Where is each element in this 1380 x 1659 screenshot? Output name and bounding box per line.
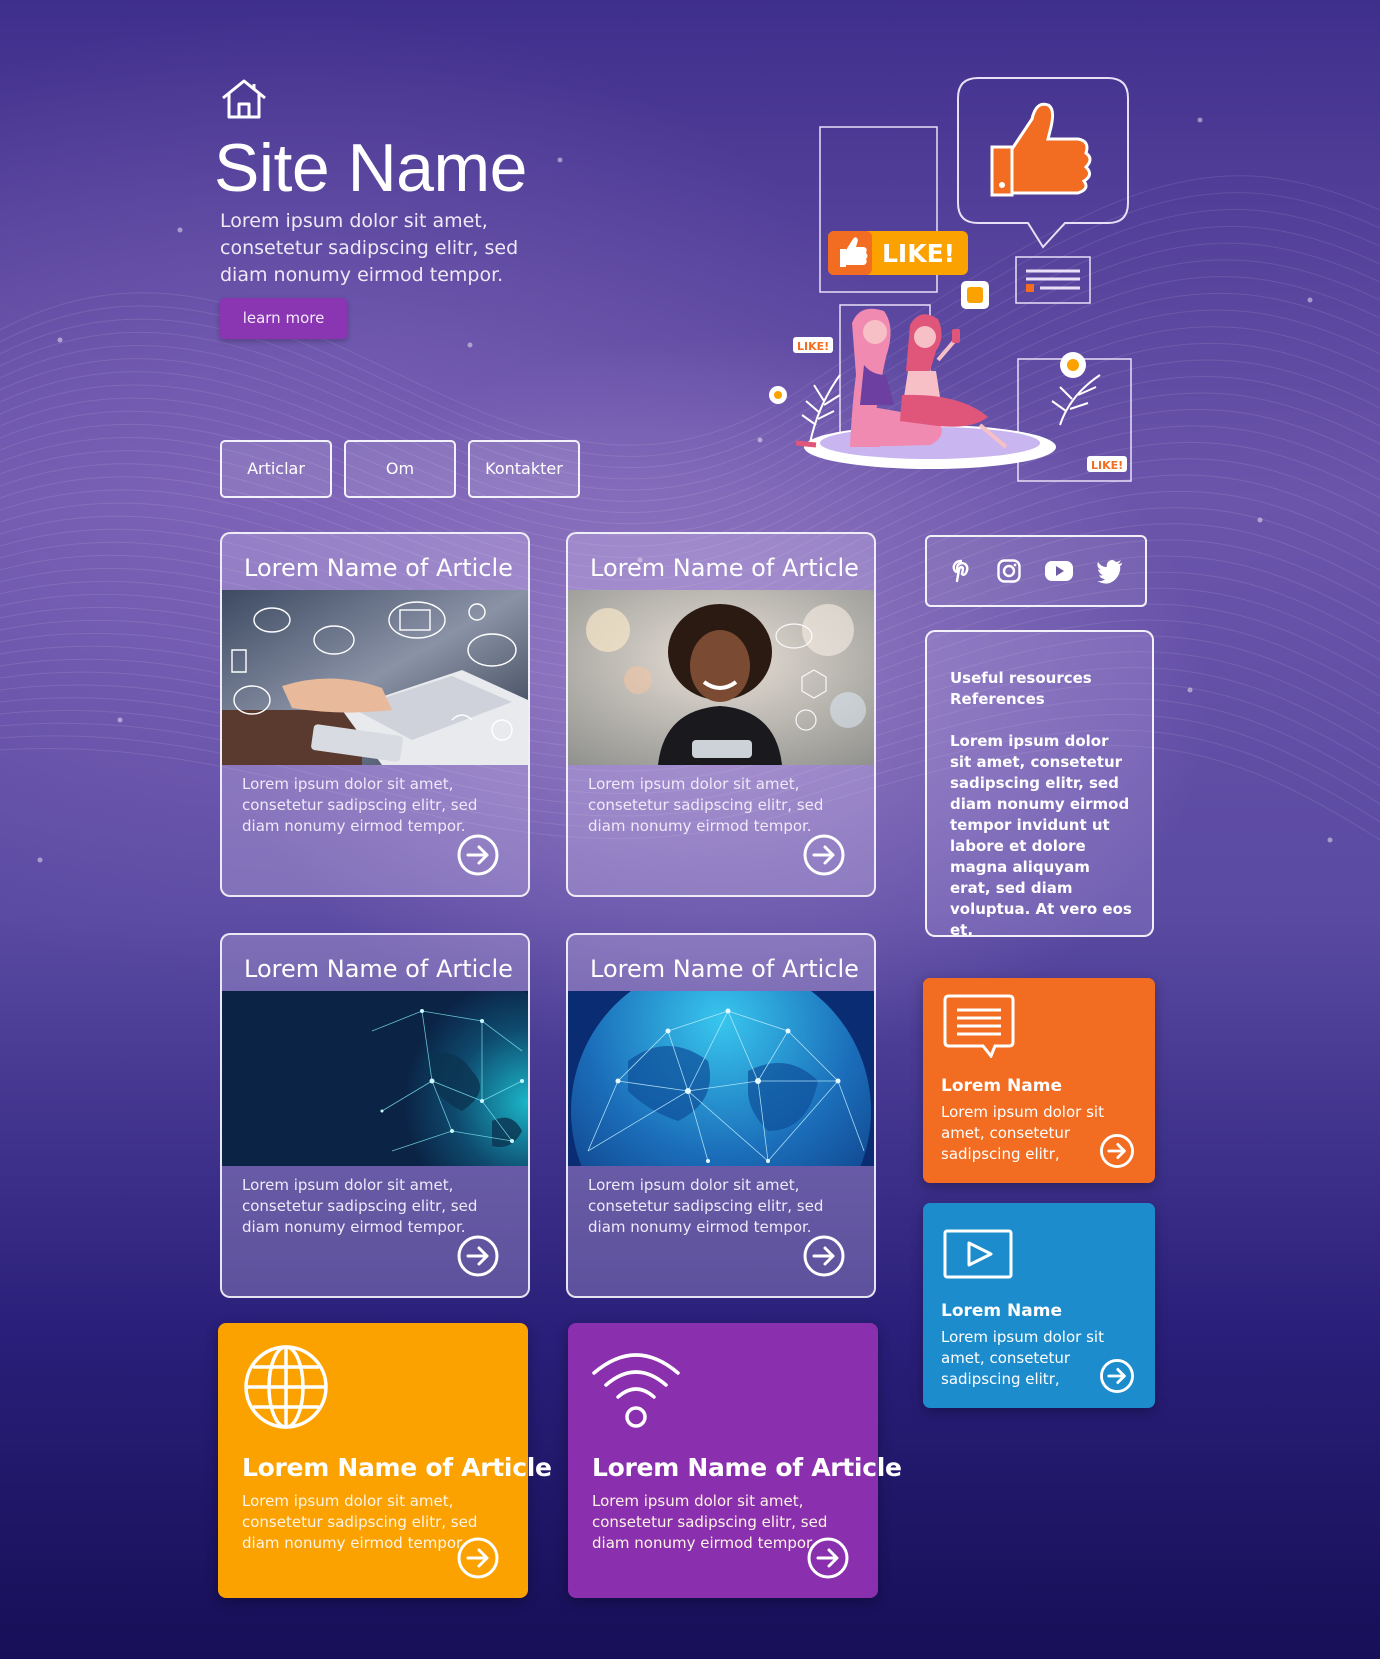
article-text: Lorem ipsum dolor sit amet, consetetur s… (588, 775, 824, 835)
resources-panel: Useful resources References Lorem ipsum … (925, 630, 1154, 939)
social-media-illustration: LIKE! LIKE! LIKE! (760, 75, 1140, 495)
article-image-globe-blue (568, 991, 874, 1166)
chat-icon (943, 994, 1015, 1058)
arrow-right-circle-icon[interactable] (456, 1234, 500, 1278)
article-title: Lorem Name of Article (590, 955, 859, 983)
nav-om[interactable]: Om (344, 440, 456, 498)
article-title: Lorem Name of Article (244, 955, 513, 983)
like-tag-right: LIKE! (1091, 459, 1123, 472)
article-text: Lorem ipsum dolor sit amet, consetetur s… (588, 1176, 824, 1236)
pinterest-icon[interactable] (948, 558, 974, 584)
arrow-right-circle-icon[interactable] (802, 1234, 846, 1278)
side-card-video[interactable]: Lorem Name Lorem ipsum dolor sit amet, c… (923, 1203, 1155, 1408)
arrow-right-circle-icon[interactable] (456, 833, 500, 877)
twitter-icon[interactable] (1096, 558, 1124, 584)
thumbs-up-icon (990, 102, 1092, 197)
article-title: Lorem Name of Article (244, 554, 513, 582)
play-icon (943, 1229, 1013, 1279)
like-tag-left: LIKE! (797, 340, 829, 353)
resources-heading-2[interactable]: References (950, 689, 1132, 710)
home-icon[interactable] (220, 78, 268, 120)
side-card-title: Lorem Name (941, 1076, 1063, 1096)
nav-kontakter[interactable]: Kontakter (468, 440, 580, 498)
nav-articlar[interactable]: Articlar (220, 440, 332, 498)
globe-icon (244, 1345, 328, 1429)
wifi-icon (592, 1353, 680, 1428)
article-text: Lorem ipsum dolor sit amet, consetetur s… (242, 1176, 478, 1236)
feature-card-globe[interactable]: Lorem Name of Article Lorem ipsum dolor … (218, 1323, 552, 1598)
youtube-icon[interactable] (1044, 558, 1074, 584)
arrow-right-circle-icon[interactable] (806, 1536, 850, 1580)
feature-card-title: Lorem Name of Article (242, 1453, 552, 1482)
article-text: Lorem ipsum dolor sit amet, consetetur s… (242, 775, 478, 835)
site-intro: Lorem ipsum dolor sit amet, consetetur s… (220, 210, 519, 286)
learn-more-button[interactable]: learn more (220, 298, 347, 339)
resources-body: Lorem ipsum dolor sit amet, consetetur s… (950, 732, 1132, 939)
feature-card-title: Lorem Name of Article (592, 1453, 902, 1482)
instagram-icon[interactable] (996, 558, 1022, 584)
social-links (925, 535, 1147, 607)
side-card-title: Lorem Name (941, 1301, 1063, 1321)
feature-card-wifi[interactable]: Lorem Name of Article Lorem ipsum dolor … (568, 1323, 902, 1598)
article-image-laptop (222, 590, 528, 765)
like-badge-text: LIKE! (882, 239, 955, 268)
article-card-1[interactable]: Lorem Name of Article Lorem ipsum dolor … (220, 532, 530, 897)
resources-heading-1: Useful resources (950, 669, 1092, 687)
arrow-right-circle-icon[interactable] (456, 1536, 500, 1580)
article-image-globe-dark (222, 991, 528, 1166)
side-card-chat[interactable]: Lorem Name Lorem ipsum dolor sit amet, c… (923, 978, 1155, 1183)
article-card-2[interactable]: Lorem Name of Article Lorem ipsum dolor … (566, 532, 876, 897)
article-card-3[interactable]: Lorem Name of Article Lorem ipsum dolor … (220, 933, 530, 1298)
article-image-woman (568, 590, 874, 765)
site-title: Site Name (214, 130, 527, 206)
arrow-right-circle-icon[interactable] (1099, 1358, 1135, 1394)
article-title: Lorem Name of Article (590, 554, 859, 582)
arrow-right-circle-icon[interactable] (1099, 1133, 1135, 1169)
arrow-right-circle-icon[interactable] (802, 833, 846, 877)
article-card-4[interactable]: Lorem Name of Article Lorem ipsum dolor … (566, 933, 876, 1298)
